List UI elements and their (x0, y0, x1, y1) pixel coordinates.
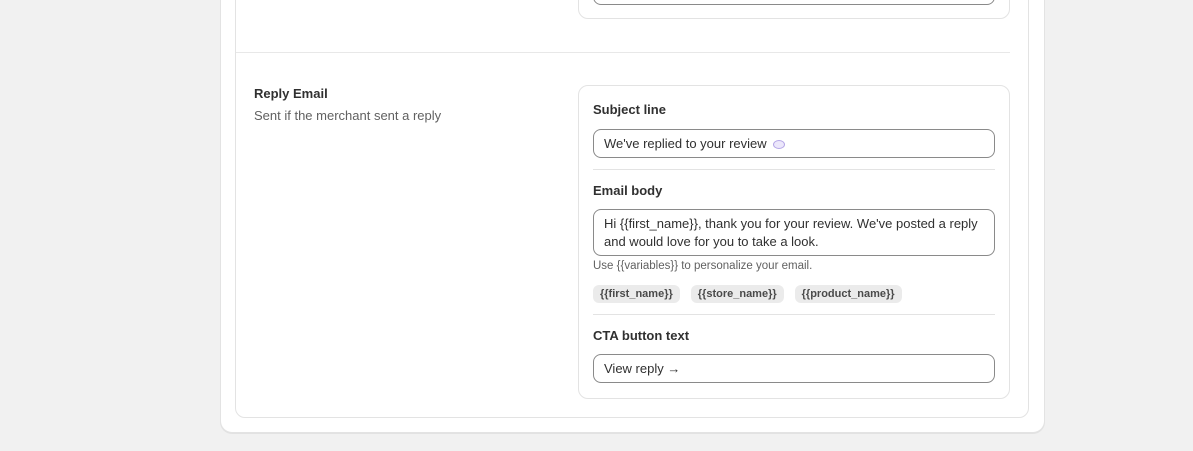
section-divider (236, 52, 1010, 53)
previous-email-input[interactable] (593, 0, 995, 5)
variable-chip-store-name[interactable]: {{store_name}} (690, 285, 784, 303)
previous-email-panel (578, 0, 1010, 19)
speech-bubble-icon (772, 140, 785, 149)
subject-line-value: We've replied to your review (604, 135, 767, 151)
variables-help-text: Use {{variables}} to personalize your em… (593, 260, 813, 272)
reply-email-panel: Subject line We've replied to your revie… (578, 85, 1010, 399)
cta-button-text-input[interactable]: View reply → (593, 354, 995, 383)
cta-button-text-value: View reply → (604, 360, 681, 376)
cta-button-text-label: CTA button text (593, 328, 690, 343)
email-body-label: Email body (593, 183, 663, 198)
variable-chip-first-name[interactable]: {{first_name}} (593, 285, 680, 303)
variable-chips: {{first_name}} {{store_name}} {{product_… (593, 285, 902, 303)
field-divider (593, 314, 995, 315)
email-body-textarea[interactable]: Hi {{first_name}}, thank you for your re… (593, 209, 995, 256)
subject-line-label: Subject line (593, 102, 666, 117)
variable-chip-product-name[interactable]: {{product_name}} (794, 285, 902, 303)
section-title: Reply Email (254, 86, 328, 101)
section-description: Sent if the merchant sent a reply (254, 108, 442, 123)
field-divider (593, 169, 995, 170)
subject-line-input[interactable]: We've replied to your review (593, 129, 995, 158)
reply-email-info: Reply Email Sent if the merchant sent a … (254, 86, 441, 124)
